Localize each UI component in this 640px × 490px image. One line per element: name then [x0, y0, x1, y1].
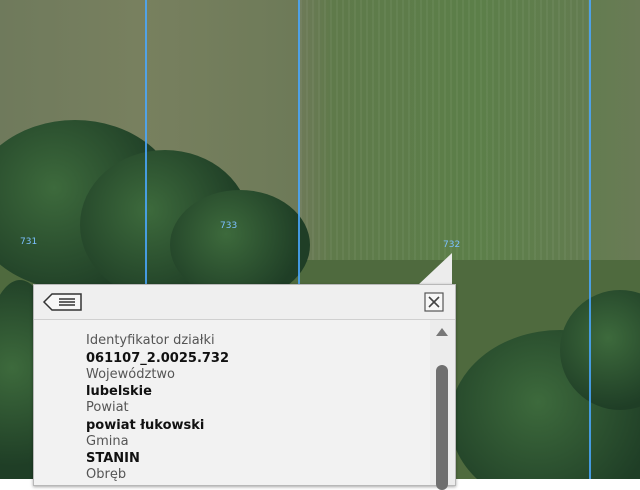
- field-label: Identyfikator działki: [86, 333, 215, 348]
- field-label: Województwo: [86, 366, 176, 382]
- parcel-info-popup: Identyfikator działki 061107_2.0025.732 …: [33, 284, 456, 490]
- voivodeship-value: lubelskie: [86, 384, 152, 399]
- back-list-icon[interactable]: [42, 292, 84, 312]
- close-icon[interactable]: [424, 292, 444, 312]
- parcel-boundary: [589, 0, 591, 479]
- parcel-attributes: Identyfikator działki 061107_2.0025.732 …: [86, 333, 416, 484]
- parcel-number: 732: [443, 240, 461, 250]
- popup-header: [34, 285, 455, 320]
- parcel-id-value: 061107_2.0025.732: [86, 350, 230, 366]
- scroll-up-icon[interactable]: [436, 328, 448, 336]
- field-label: Gmina: [86, 433, 129, 449]
- scroll-thumb[interactable]: [436, 365, 448, 490]
- parcel-number: 733: [220, 221, 238, 231]
- field-texture: [300, 0, 590, 260]
- field-label: Powiat: [86, 400, 129, 415]
- popup-content: Identyfikator działki 061107_2.0025.732 …: [34, 320, 430, 485]
- popup-pointer: [418, 253, 452, 285]
- popup-scrollbar[interactable]: [430, 320, 455, 490]
- commune-value: STANIN: [86, 451, 140, 466]
- county-value: powiat łukowski: [86, 417, 205, 433]
- field-label: Obręb: [86, 467, 127, 482]
- parcel-number: 731: [20, 237, 38, 247]
